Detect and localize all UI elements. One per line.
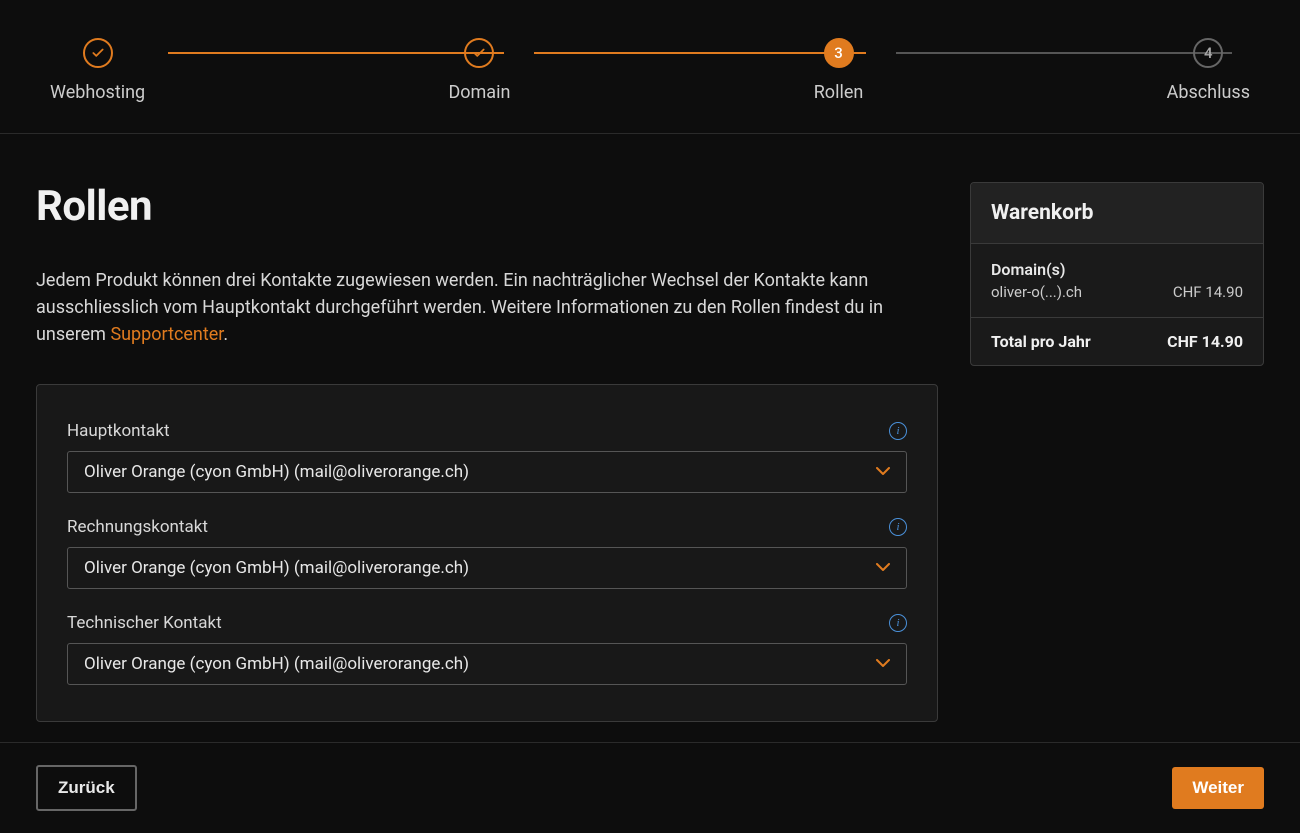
main-column: Rollen Jedem Produkt können drei Kontakt…	[36, 182, 938, 742]
step-label: Domain	[448, 82, 510, 103]
cart-body: Domain(s) oliver-o(...).ch CHF 14.90	[971, 244, 1263, 318]
field-hauptkontakt: Hauptkontakt i Oliver Orange (cyon GmbH)…	[67, 421, 907, 493]
cart-line: oliver-o(...).ch CHF 14.90	[991, 283, 1243, 301]
cart-header: Warenkorb	[971, 183, 1263, 244]
cart-total: Total pro Jahr CHF 14.90	[971, 318, 1263, 365]
intro-post: .	[223, 324, 228, 345]
technischer-kontakt-select[interactable]: Oliver Orange (cyon GmbH) (mail@oliveror…	[67, 643, 907, 685]
step-domain[interactable]: Domain	[448, 38, 510, 103]
step-circle-done	[464, 38, 494, 68]
field-technischer-kontakt: Technischer Kontakt i Oliver Orange (cyo…	[67, 613, 907, 685]
step-label: Rollen	[814, 82, 864, 103]
side-column: Warenkorb Domain(s) oliver-o(...).ch CHF…	[970, 182, 1264, 742]
footer: Zurück Weiter	[0, 742, 1300, 833]
intro-text: Jedem Produkt können drei Kontakte zugew…	[36, 267, 936, 348]
stepper: Webhosting Domain 3 Rollen 4 Abschluss	[50, 38, 1250, 103]
step-webhosting[interactable]: Webhosting	[50, 38, 145, 103]
info-icon[interactable]: i	[889, 614, 907, 632]
field-label-row: Rechnungskontakt i	[67, 517, 907, 537]
field-label: Technischer Kontakt	[67, 613, 222, 633]
info-icon[interactable]: i	[889, 422, 907, 440]
roles-form-card: Hauptkontakt i Oliver Orange (cyon GmbH)…	[36, 384, 938, 722]
step-label: Abschluss	[1167, 82, 1250, 103]
step-rollen[interactable]: 3 Rollen	[814, 38, 864, 103]
info-icon[interactable]: i	[889, 518, 907, 536]
next-button[interactable]: Weiter	[1172, 767, 1264, 809]
select-value: Oliver Orange (cyon GmbH) (mail@oliveror…	[84, 558, 469, 578]
cart-domains-heading: Domain(s)	[991, 260, 1243, 279]
rechnungskontakt-select[interactable]: Oliver Orange (cyon GmbH) (mail@oliveror…	[67, 547, 907, 589]
cart-domain-name: oliver-o(...).ch	[991, 283, 1082, 301]
step-circle-done	[83, 38, 113, 68]
field-label: Rechnungskontakt	[67, 517, 208, 537]
chevron-down-icon	[876, 560, 890, 576]
cart-total-label: Total pro Jahr	[991, 332, 1091, 351]
cart-total-value: CHF 14.90	[1167, 332, 1243, 351]
chevron-down-icon	[876, 464, 890, 480]
back-button[interactable]: Zurück	[36, 765, 137, 811]
chevron-down-icon	[876, 656, 890, 672]
check-icon	[91, 46, 105, 60]
step-abschluss[interactable]: 4 Abschluss	[1167, 38, 1250, 103]
step-circle-active: 3	[824, 38, 854, 68]
field-label: Hauptkontakt	[67, 421, 170, 441]
check-icon	[472, 46, 486, 60]
field-label-row: Hauptkontakt i	[67, 421, 907, 441]
stepper-section: Webhosting Domain 3 Rollen 4 Abschluss	[0, 0, 1300, 134]
supportcenter-link[interactable]: Supportcenter	[110, 324, 223, 345]
hauptkontakt-select[interactable]: Oliver Orange (cyon GmbH) (mail@oliveror…	[67, 451, 907, 493]
select-value: Oliver Orange (cyon GmbH) (mail@oliveror…	[84, 462, 469, 482]
cart-domain-price: CHF 14.90	[1173, 283, 1243, 301]
page-title: Rollen	[36, 182, 938, 231]
step-label: Webhosting	[50, 82, 145, 103]
field-label-row: Technischer Kontakt i	[67, 613, 907, 633]
cart-title: Warenkorb	[991, 201, 1243, 225]
cart: Warenkorb Domain(s) oliver-o(...).ch CHF…	[970, 182, 1264, 366]
field-rechnungskontakt: Rechnungskontakt i Oliver Orange (cyon G…	[67, 517, 907, 589]
step-circle-pending: 4	[1193, 38, 1223, 68]
select-value: Oliver Orange (cyon GmbH) (mail@oliveror…	[84, 654, 469, 674]
content: Rollen Jedem Produkt können drei Kontakt…	[0, 134, 1300, 742]
